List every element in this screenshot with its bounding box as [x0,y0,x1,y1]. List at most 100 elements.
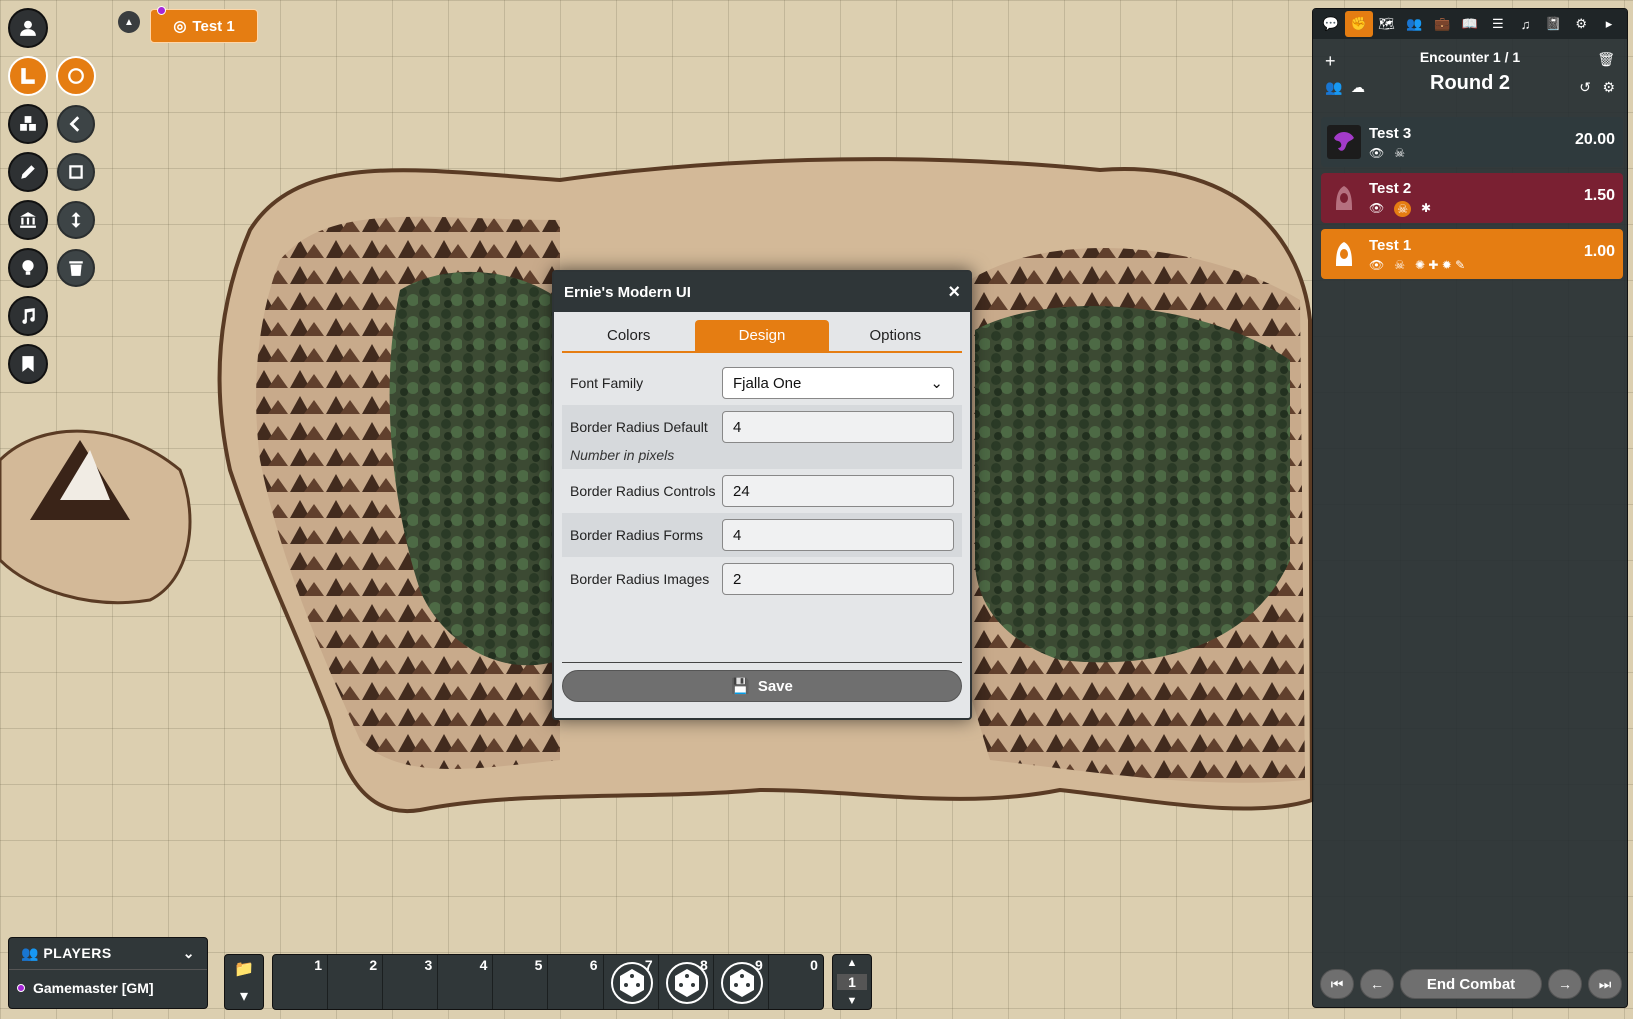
collapse-sidebar[interactable]: ▸ [1595,11,1623,37]
gear-icon[interactable]: ⚙ [1602,79,1615,96]
end-combat-button[interactable]: End Combat [1400,969,1542,999]
drawing-controls-button[interactable] [8,152,48,192]
token-controls-button[interactable] [8,8,48,48]
map-icon: 🗺 [1378,16,1395,31]
dialog-title: Ernie's Modern UI [564,283,691,301]
bug-icon: ✱ [1421,200,1432,215]
caret-up-icon[interactable]: ▲ [847,957,858,969]
font-family-select[interactable]: Fjalla One ⌄ [722,367,954,399]
sounds-controls-button[interactable] [8,296,48,336]
radius-forms-input[interactable]: 4 [722,519,954,551]
slot-number: 1 [314,957,323,973]
caret-down-icon[interactable]: ▼ [847,995,858,1007]
settings-tabs: Colors Design Options [562,320,962,353]
tab-compendium[interactable]: 📓 [1540,11,1568,37]
macro-slot[interactable]: 8 [659,955,714,1009]
tab-combat[interactable]: ✊ [1344,11,1373,37]
sidebar: 💬 ✊ 🗺 👥 💼 📖 ☰ ♫ 📓 ⚙ ▸ + 🗑 Encounter 1 / … [1312,8,1628,1008]
scene-nav-toggle[interactable]: ▲ [118,11,140,33]
players-header[interactable]: 👥 PLAYERS ⌄ [9,938,207,970]
step-forward-icon: ⏭ [1598,975,1612,992]
combatant-avatar [1327,181,1361,215]
skull-icon[interactable]: ☠ [1394,200,1411,217]
rect-template-tool[interactable] [57,153,95,191]
tab-journal[interactable]: 📖 [1456,11,1484,37]
tab-scenes[interactable]: 🗺 [1373,11,1401,37]
radius-images-input[interactable]: 2 [722,563,954,595]
clear-templates-tool[interactable] [57,249,95,287]
pencil-icon [21,165,35,179]
arrow-right-icon: → [1558,976,1572,992]
tab-settings[interactable]: ⚙ [1567,11,1595,37]
save-icon: 💾 [731,678,750,695]
close-icon[interactable]: × [948,281,960,304]
radius-default-input[interactable]: 4 [722,411,954,443]
music-icon [22,308,35,324]
macro-slot[interactable]: 9 [714,955,769,1009]
tentacle-icon [1334,132,1354,151]
tab-tables[interactable]: ☰ [1484,11,1512,37]
macro-slot[interactable]: 5 [493,955,549,1009]
macro-slot[interactable]: 2 [328,955,384,1009]
skull-icon[interactable]: ☠ [1394,146,1405,160]
combatant-row[interactable]: Test 2 👁 ☠ ✱ 1.50 [1321,173,1623,223]
reset-icon[interactable]: ↺ [1579,79,1591,96]
tab-design[interactable]: Design [695,320,829,351]
macro-slot[interactable]: 1 [273,955,329,1009]
macro-slot[interactable]: 6 [548,955,604,1009]
tab-colors[interactable]: Colors [562,320,695,351]
radius-images-label: Border Radius Images [570,571,710,587]
tab-items[interactable]: 💼 [1428,11,1456,37]
next-turn-button[interactable]: → [1548,969,1582,999]
notes-controls-button[interactable] [8,344,48,384]
tiles-controls-button[interactable] [8,104,48,144]
player-entry[interactable]: Gamemaster [GM] [9,970,207,1006]
hooded-figure-icon [1336,186,1352,210]
slot-number: 8 [699,957,708,973]
measure-controls-button[interactable] [8,56,48,96]
macro-slot[interactable]: 4 [438,955,494,1009]
circle-template-tool[interactable] [56,56,96,96]
tab-chat[interactable]: 💬 [1317,11,1345,37]
lightbulb-icon [22,260,34,275]
combatant-row-active[interactable]: Test 1 👁 ☠ ✺ ✚ ✹ ✎ 1.00 [1321,229,1623,279]
dialog-header[interactable]: Ernie's Modern UI × [554,272,970,312]
suitcase-icon: 💼 [1434,16,1451,31]
radius-forms-label: Border Radius Forms [570,527,704,543]
next-round-button[interactable]: ⏭ [1588,969,1622,999]
players-title: PLAYERS [43,945,112,961]
eye-slash-icon[interactable]: 👁 [1369,258,1384,272]
previous-turn-button[interactable]: ← [1360,969,1394,999]
macro-slot[interactable]: 0 [769,955,823,1009]
chevron-down-icon: ⌄ [930,375,943,392]
bookmark-icon [22,356,34,372]
scene-tab-active[interactable]: ◎ Test 1 [150,9,258,43]
radius-controls-input[interactable]: 24 [722,475,954,507]
ray-template-tool[interactable] [57,201,95,239]
macro-slot[interactable]: 3 [383,955,439,1009]
combatant-initiative: 1.50 [1583,187,1615,204]
tab-playlists[interactable]: ♫ [1512,11,1540,37]
tab-options[interactable]: Options [829,320,962,351]
eye-slash-icon[interactable]: 👁 [1369,146,1384,160]
save-button[interactable]: 💾 Save [562,670,962,702]
step-backward-icon: ⏮ [1330,975,1344,992]
save-label: Save [757,677,793,695]
caret-down-icon[interactable]: ▾ [240,986,248,1006]
folder-icon[interactable]: 📁 [234,959,254,979]
font-family-label: Font Family [570,375,644,391]
music-icon: ♫ [1520,16,1531,32]
first-round-button[interactable]: ⏮ [1320,969,1354,999]
tab-actors[interactable]: 👥 [1400,11,1428,37]
cone-template-tool[interactable] [57,105,95,143]
lighting-controls-button[interactable] [8,248,48,288]
combatant-row[interactable]: Test 3 👁 ☠ 20.00 [1321,117,1623,167]
landmark-icon [20,212,36,228]
hotbar-page-controls: ▲ 1 ▼ [832,954,872,1010]
skull-icon[interactable]: ☠ [1394,258,1405,272]
eye-slash-icon[interactable]: 👁 [1369,201,1384,217]
macro-slot[interactable]: 7 [604,955,659,1009]
walls-controls-button[interactable] [8,200,48,240]
macro-hotbar: 1 2 3 4 5 6 7 8 9 0 [272,954,824,1010]
cogs-icon: ⚙ [1575,16,1588,31]
